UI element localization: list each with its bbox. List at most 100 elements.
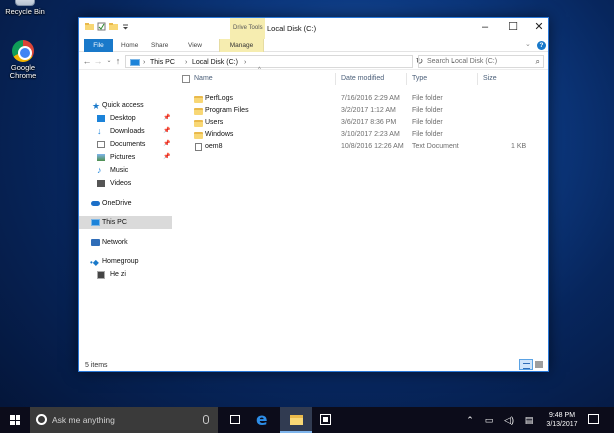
file-name: Windows bbox=[205, 131, 234, 138]
sidebar-item-label: Music bbox=[110, 167, 129, 174]
network-tray-icon[interactable]: ▭ bbox=[482, 407, 496, 433]
tab-home[interactable]: Home bbox=[116, 39, 143, 52]
edge-icon: e bbox=[256, 410, 268, 430]
network-icon bbox=[91, 239, 100, 246]
column-divider[interactable] bbox=[406, 73, 407, 85]
column-header-size[interactable]: Size bbox=[483, 75, 497, 82]
new-folder-icon[interactable] bbox=[109, 22, 118, 31]
google-chrome-shortcut[interactable]: Google Chrome bbox=[0, 40, 48, 80]
pin-icon[interactable]: 📌 bbox=[163, 125, 170, 138]
sidebar-item-label: He zi bbox=[110, 271, 126, 278]
volume-icon[interactable]: ◁) bbox=[502, 407, 516, 433]
system-clock[interactable]: 9:48 PM 3/13/2017 bbox=[541, 411, 583, 429]
sidebar-item-downloads[interactable]: ↓ Downloads 📌 bbox=[79, 125, 172, 138]
expand-ribbon-icon[interactable]: ⌄ bbox=[525, 40, 535, 48]
microphone-icon[interactable] bbox=[203, 415, 209, 424]
touch-keyboard-icon[interactable]: ▤ bbox=[522, 407, 536, 433]
file-type: File folder bbox=[412, 95, 443, 102]
documents-icon bbox=[97, 141, 105, 148]
column-divider[interactable] bbox=[335, 73, 336, 85]
store-taskbar-button[interactable] bbox=[312, 407, 338, 433]
minimize-button[interactable]: – bbox=[471, 18, 499, 39]
cortana-search-box[interactable]: Ask me anything bbox=[30, 407, 218, 433]
sidebar-item-label: Network bbox=[102, 239, 128, 246]
breadcrumb-separator-icon[interactable]: › bbox=[244, 57, 246, 68]
sidebar-item-pictures[interactable]: Pictures 📌 bbox=[79, 151, 172, 164]
ribbon-tabs: File Home Share View Manage ⌄ ? bbox=[79, 39, 548, 52]
details-view-icon[interactable] bbox=[519, 359, 533, 370]
breadcrumb-separator-icon[interactable]: › bbox=[185, 57, 187, 68]
tab-view[interactable]: View bbox=[183, 39, 207, 52]
sidebar-item-videos[interactable]: Videos bbox=[79, 177, 172, 190]
breadcrumb-this-pc[interactable]: This PC bbox=[150, 57, 175, 68]
file-name: Users bbox=[205, 119, 224, 126]
task-view-icon bbox=[230, 415, 240, 424]
address-bar[interactable]: › This PC › Local Disk (C:) › ⌄ bbox=[125, 55, 456, 68]
pin-icon[interactable]: 📌 bbox=[163, 138, 170, 151]
breadcrumb-separator-icon[interactable]: › bbox=[143, 57, 145, 68]
file-date: 7/16/2016 2:29 AM bbox=[341, 95, 400, 102]
action-center-icon[interactable] bbox=[588, 414, 599, 424]
column-header-name[interactable]: Name bbox=[194, 75, 213, 82]
text-document-icon bbox=[195, 143, 202, 151]
select-all-checkbox[interactable] bbox=[182, 75, 190, 83]
sidebar-item-label: This PC bbox=[102, 219, 127, 226]
sidebar-item-onedrive[interactable]: OneDrive bbox=[79, 197, 172, 210]
tab-manage[interactable]: Manage bbox=[219, 39, 264, 52]
table-row[interactable]: PerfLogs 7/16/2016 2:29 AM File folder bbox=[175, 93, 535, 105]
up-arrow-icon[interactable]: ↑ bbox=[113, 55, 123, 67]
table-row[interactable]: Windows 3/10/2017 2:23 AM File folder bbox=[175, 129, 535, 141]
folder-icon bbox=[194, 132, 203, 139]
sidebar-item-quick-access[interactable]: ★ Quick access bbox=[79, 99, 172, 112]
large-icons-view-icon[interactable] bbox=[535, 361, 543, 368]
navigation-pane: ★ Quick access Desktop 📌 ↓ Downloads 📌 D… bbox=[79, 70, 172, 358]
recycle-bin-shortcut[interactable]: Recycle Bin bbox=[0, 0, 50, 16]
this-pc-icon bbox=[130, 59, 140, 66]
start-button[interactable] bbox=[0, 407, 30, 433]
tab-share[interactable]: Share bbox=[146, 39, 173, 52]
user-avatar-icon bbox=[97, 271, 105, 279]
forward-arrow-icon[interactable]: → bbox=[93, 55, 103, 67]
cortana-placeholder: Ask me anything bbox=[52, 415, 115, 425]
breadcrumb-local-disk[interactable]: Local Disk (C:) bbox=[192, 57, 238, 68]
file-type: File folder bbox=[412, 107, 443, 114]
pin-icon[interactable]: 📌 bbox=[163, 151, 170, 164]
desktop-icon bbox=[97, 115, 105, 122]
column-header-type[interactable]: Type bbox=[412, 75, 427, 82]
windows-logo-icon bbox=[10, 415, 20, 425]
properties-icon[interactable] bbox=[97, 22, 106, 31]
task-view-button[interactable] bbox=[222, 407, 248, 433]
sidebar-item-this-pc[interactable]: This PC bbox=[79, 216, 172, 229]
sidebar-item-documents[interactable]: Documents 📌 bbox=[79, 138, 172, 151]
column-header-date-modified[interactable]: Date modified bbox=[341, 75, 384, 82]
close-button[interactable]: ✕ bbox=[525, 18, 553, 39]
column-divider[interactable] bbox=[477, 73, 478, 85]
sidebar-item-music[interactable]: ♪ Music bbox=[79, 164, 172, 177]
table-row[interactable]: Users 3/6/2017 8:36 PM File folder bbox=[175, 117, 535, 129]
help-icon[interactable]: ? bbox=[537, 41, 546, 50]
sidebar-item-network[interactable]: Network bbox=[79, 236, 172, 249]
table-row[interactable]: Program Files 3/2/2017 1:12 AM File fold… bbox=[175, 105, 535, 117]
table-row[interactable]: oem8 10/8/2016 12:26 AM Text Document 1 … bbox=[175, 141, 535, 153]
search-icon[interactable]: ⌕ bbox=[536, 56, 540, 67]
show-hidden-icons-chevron-icon[interactable]: ⌃ bbox=[464, 407, 476, 433]
file-date: 10/8/2016 12:26 AM bbox=[341, 143, 404, 150]
sidebar-item-homegroup[interactable]: •◆ Homegroup bbox=[79, 255, 172, 268]
sidebar-item-desktop[interactable]: Desktop 📌 bbox=[79, 112, 172, 125]
search-input[interactable]: Search Local Disk (C:) ⌕ bbox=[418, 55, 544, 68]
tab-file[interactable]: File bbox=[84, 39, 113, 52]
status-bar: 5 items bbox=[79, 359, 548, 372]
title-bar[interactable]: Drive Tools Local Disk (C:) – ☐ ✕ bbox=[79, 18, 548, 39]
file-name: oem8 bbox=[205, 143, 223, 150]
file-name: Program Files bbox=[205, 107, 249, 114]
file-explorer-taskbar-button[interactable] bbox=[280, 407, 312, 433]
customize-qat-icon[interactable] bbox=[121, 22, 130, 31]
sidebar-item-user[interactable]: He zi bbox=[79, 268, 172, 281]
clock-time: 9:48 PM bbox=[548, 412, 576, 419]
back-arrow-icon[interactable]: ← bbox=[82, 55, 92, 67]
sidebar-item-label: Quick access bbox=[102, 102, 144, 109]
item-count: 5 items bbox=[85, 362, 108, 369]
pin-icon[interactable]: 📌 bbox=[163, 112, 170, 125]
maximize-button[interactable]: ☐ bbox=[499, 18, 527, 39]
edge-taskbar-button[interactable]: e bbox=[252, 407, 278, 433]
